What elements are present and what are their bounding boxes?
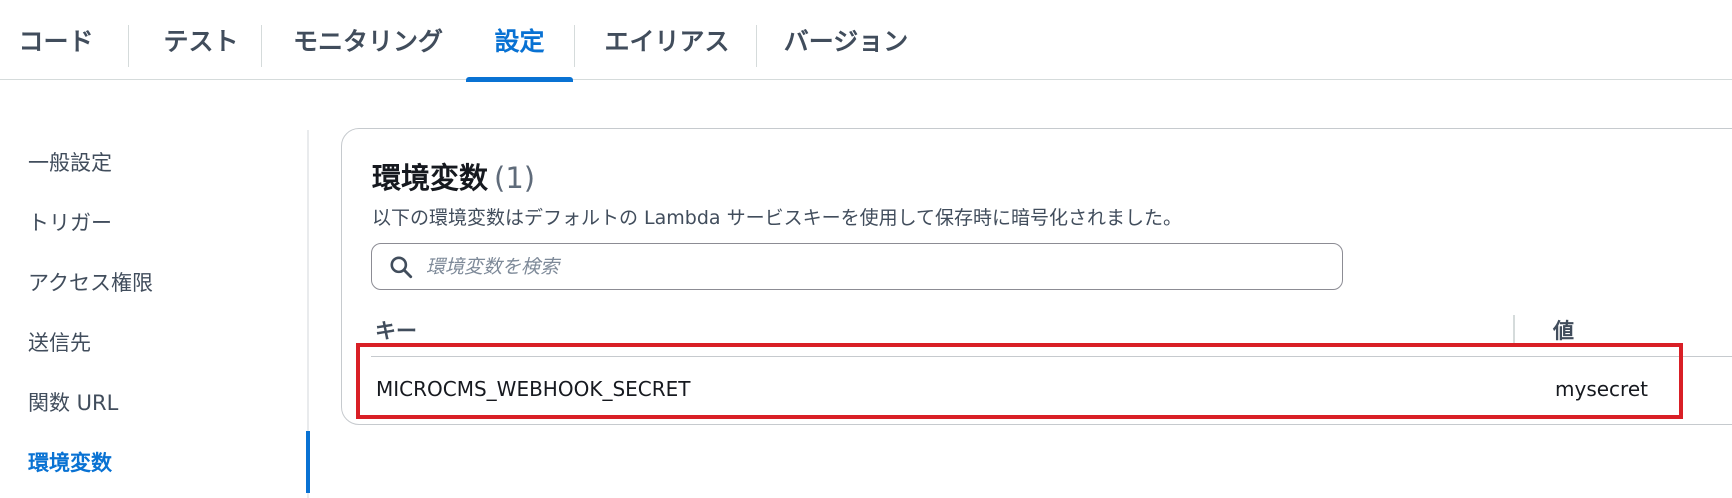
column-resize-handle[interactable] bbox=[1513, 315, 1515, 343]
sidebar-item-general-configuration[interactable]: 一般設定 bbox=[28, 147, 112, 177]
variable-count: (1) bbox=[494, 161, 536, 195]
tab-divider bbox=[128, 25, 129, 67]
side-navigation bbox=[0, 130, 310, 498]
panel-title-text: 環境変数 bbox=[372, 161, 489, 195]
table-cell-key: MICROCMS_WEBHOOK_SECRET bbox=[376, 377, 691, 401]
panel-description: 以下の環境変数はデフォルトの Lambda サービスキーを使用して保存時に暗号化… bbox=[372, 207, 1183, 229]
tab-code[interactable]: コード bbox=[0, 0, 112, 80]
sidebar-item-destinations[interactable]: 送信先 bbox=[28, 327, 91, 357]
search-icon bbox=[390, 255, 413, 278]
tab-aliases[interactable]: エイリアス bbox=[585, 0, 749, 80]
search-input[interactable] bbox=[424, 254, 1308, 279]
search-field[interactable] bbox=[371, 243, 1343, 290]
side-navigation-active-indicator bbox=[306, 431, 310, 493]
tab-divider bbox=[261, 25, 262, 67]
tab-test[interactable]: テスト bbox=[142, 0, 260, 80]
panel-title: 環境変数 (1) bbox=[372, 155, 535, 197]
sidebar-item-triggers[interactable]: トリガー bbox=[28, 207, 112, 237]
tab-monitoring[interactable]: モニタリング bbox=[274, 0, 462, 80]
tab-divider bbox=[574, 25, 575, 67]
sidebar-item-permissions[interactable]: アクセス権限 bbox=[28, 267, 153, 297]
sidebar-item-environment-variables[interactable]: 環境変数 bbox=[28, 447, 112, 477]
column-header-value[interactable]: 値 bbox=[1553, 315, 1574, 345]
sidebar-item-function-url[interactable]: 関数 URL bbox=[28, 387, 118, 417]
tab-bar: コード テスト モニタリング 設定 エイリアス バージョン bbox=[0, 0, 1732, 82]
table-header-divider bbox=[371, 356, 1732, 357]
column-header-key[interactable]: キー bbox=[375, 315, 417, 345]
table-cell-value: mysecret bbox=[1555, 377, 1648, 401]
tab-versions[interactable]: バージョン bbox=[770, 0, 922, 80]
tab-divider bbox=[756, 25, 757, 67]
tab-settings[interactable]: 設定 bbox=[466, 0, 573, 82]
